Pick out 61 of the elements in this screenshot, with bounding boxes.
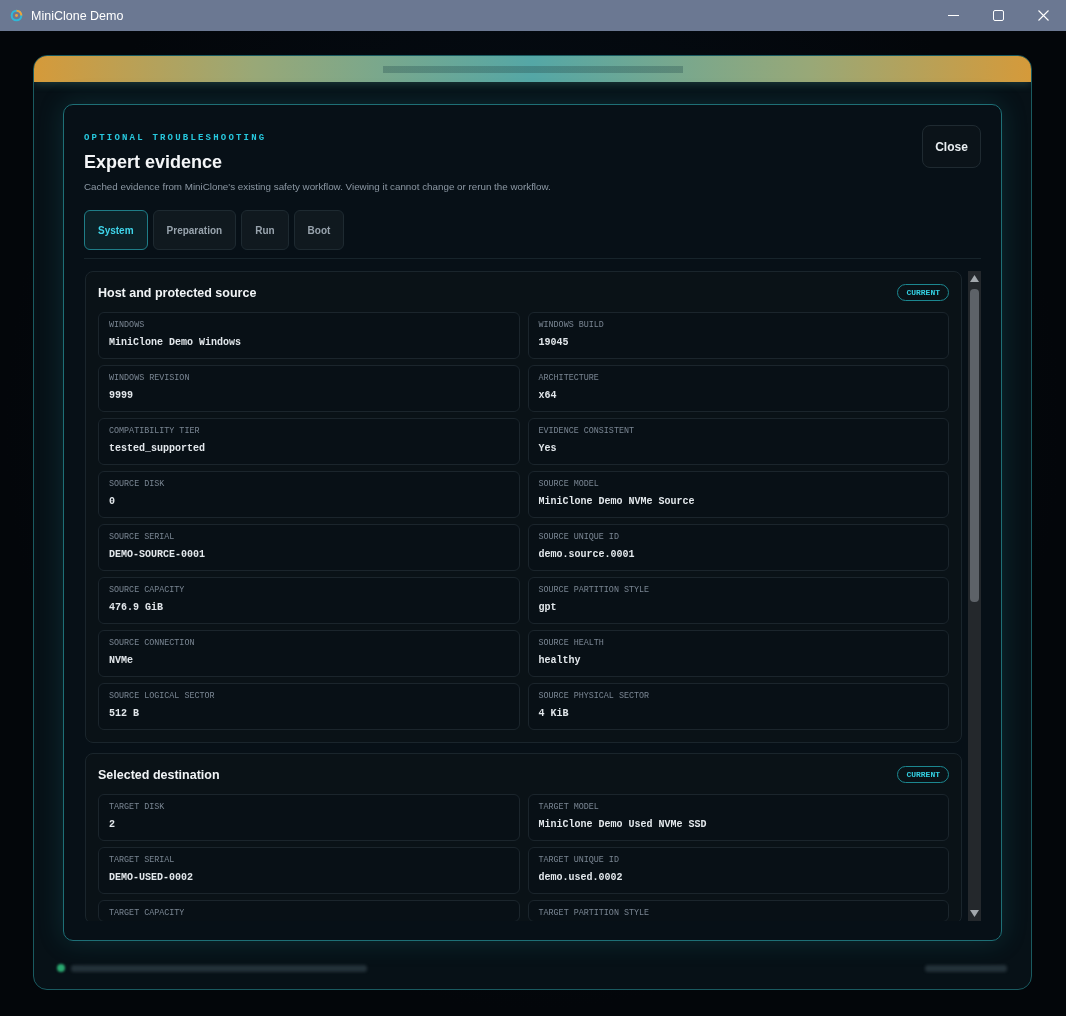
field-value: 2 bbox=[109, 818, 115, 831]
field-value: demo.source.0001 bbox=[538, 548, 635, 561]
field-value: DEMO-SOURCE-0001 bbox=[109, 548, 205, 561]
field-label: SOURCE CONNECTION bbox=[109, 638, 195, 649]
field-label: WINDOWS REVISION bbox=[109, 373, 190, 384]
field-label: TARGET DISK bbox=[109, 802, 165, 813]
dialog-description: Cached evidence from MiniClone's existing safety workflow. Viewing it cannot change or rerun the workflow. bbox=[84, 180, 551, 193]
field-label: TARGET PARTITION STYLE bbox=[538, 908, 650, 919]
field-value: demo.used.0002 bbox=[538, 871, 623, 884]
field-value: 0 bbox=[109, 495, 115, 508]
field-label: EVIDENCE CONSISTENT bbox=[538, 426, 634, 437]
field-label: TARGET UNIQUE ID bbox=[538, 855, 619, 866]
field-label: SOURCE UNIQUE ID bbox=[538, 532, 619, 543]
field-label: TARGET CAPACITY bbox=[109, 908, 185, 919]
field-value: MiniClone Demo Used NVMe SSD bbox=[538, 818, 707, 831]
dialog-eyebrow: OPTIONAL TROUBLESHOOTING bbox=[84, 132, 267, 144]
field-value: gpt bbox=[538, 601, 557, 614]
tab[interactable]: Run bbox=[241, 210, 289, 250]
field-value: tested_supported bbox=[109, 442, 205, 455]
tab[interactable]: Preparation bbox=[152, 210, 237, 250]
dialog-title: Expert evidence bbox=[84, 151, 223, 173]
field-value: NVMe bbox=[109, 654, 133, 667]
field-label: SOURCE CAPACITY bbox=[109, 585, 185, 596]
field-label: SOURCE SERIAL bbox=[109, 532, 175, 543]
field-label: SOURCE DISK bbox=[109, 479, 165, 490]
app-logo-icon bbox=[10, 9, 23, 22]
scroll-down-icon[interactable] bbox=[970, 910, 979, 917]
window-title: MiniClone Demo bbox=[31, 8, 124, 23]
field-value: MiniClone Demo NVMe Source bbox=[538, 495, 695, 508]
field-value: x64 bbox=[538, 389, 557, 402]
field-label: WINDOWS bbox=[109, 320, 145, 331]
section-title: Host and protected source bbox=[98, 285, 257, 300]
field-label: TARGET MODEL bbox=[538, 802, 599, 813]
field-label: COMPATIBILITY TIER bbox=[109, 426, 200, 437]
field-value: 4 KiB bbox=[538, 707, 569, 720]
field-label: TARGET SERIAL bbox=[109, 855, 175, 866]
field-label: ARCHITECTURE bbox=[538, 373, 599, 384]
field-label: SOURCE MODEL bbox=[538, 479, 599, 490]
field-value: Yes bbox=[538, 442, 557, 455]
field-label: SOURCE PARTITION STYLE bbox=[538, 585, 650, 596]
field-value: 9999 bbox=[109, 389, 133, 402]
field-label: WINDOWS BUILD bbox=[538, 320, 604, 331]
close-button[interactable]: Close bbox=[922, 125, 981, 168]
field-label: SOURCE LOGICAL SECTOR bbox=[109, 691, 215, 702]
field-value: 19045 bbox=[538, 336, 569, 349]
field-value: 476.9 GiB bbox=[109, 601, 163, 614]
field-label: SOURCE HEALTH bbox=[538, 638, 604, 649]
scrollbar-track[interactable] bbox=[968, 271, 981, 921]
field-value: 512 B bbox=[109, 707, 139, 720]
field-value: healthy bbox=[538, 654, 581, 667]
scrollbar-thumb[interactable] bbox=[970, 289, 979, 602]
field-value: MiniClone Demo Windows bbox=[109, 336, 242, 349]
field-value: DEMO-USED-0002 bbox=[109, 871, 193, 884]
section-title: Selected destination bbox=[98, 767, 220, 782]
scroll-up-icon[interactable] bbox=[970, 275, 979, 282]
field-label: SOURCE PHYSICAL SECTOR bbox=[538, 691, 650, 702]
tab[interactable]: Boot bbox=[293, 210, 345, 250]
close-icon[interactable] bbox=[1038, 10, 1049, 21]
tab[interactable]: System bbox=[84, 210, 148, 250]
blurred-status-dot-icon bbox=[57, 964, 65, 972]
maximize-icon[interactable] bbox=[993, 10, 1004, 21]
